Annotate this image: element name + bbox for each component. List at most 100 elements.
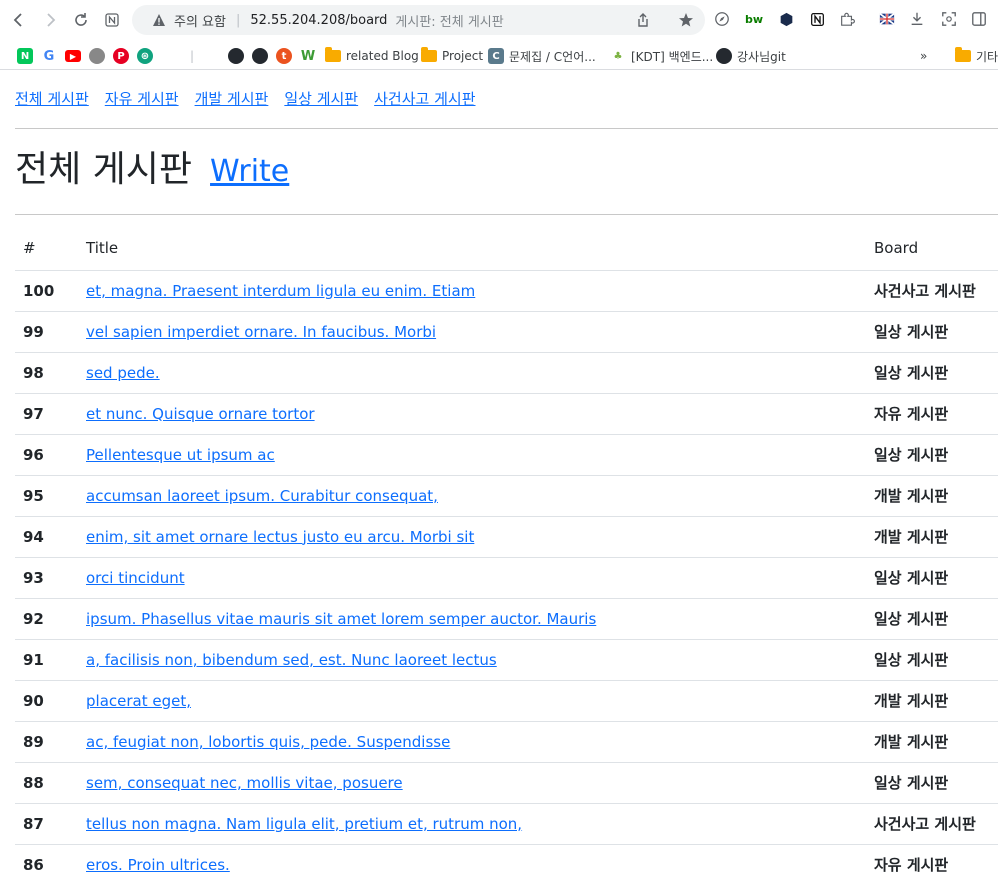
post-title-link[interactable]: ipsum. Phasellus vitae mauris sit amet l… xyxy=(86,610,596,628)
post-board: 자유 게시판 xyxy=(866,844,998,882)
post-title-link[interactable]: sem, consequat nec, mollis vitae, posuer… xyxy=(86,774,403,792)
bookmark-chatgpt[interactable]: ⊛ xyxy=(137,47,153,65)
post-title-link[interactable]: Pellentesque ut ipsum ac xyxy=(86,446,275,464)
post-board: 개발 게시판 xyxy=(866,721,998,763)
download-icon[interactable] xyxy=(908,10,926,28)
post-title-link[interactable]: vel sapien imperdiet ornare. In faucibus… xyxy=(86,323,436,341)
post-title-cell: placerat eget, xyxy=(78,680,866,722)
puzzle-extension-icon[interactable] xyxy=(838,10,856,28)
post-number: 99 xyxy=(15,311,78,353)
bookmark-naver[interactable]: N xyxy=(17,47,33,65)
security-warning[interactable]: 주의 요함 xyxy=(174,11,226,30)
post-title-cell: Pellentesque ut ipsum ac xyxy=(78,434,866,476)
nav-link-daily[interactable]: 일상 게시판 xyxy=(284,88,358,109)
reload-icon[interactable] xyxy=(68,7,94,33)
nav-link-incident[interactable]: 사건사고 게시판 xyxy=(374,88,475,109)
language-flag-icon[interactable] xyxy=(878,10,896,28)
bookmark-label: » xyxy=(920,49,928,63)
post-board: 개발 게시판 xyxy=(866,475,998,517)
post-number: 88 xyxy=(15,762,78,804)
post-title-link[interactable]: et nunc. Quisque ornare tortor xyxy=(86,405,315,423)
folder-icon xyxy=(421,47,437,62)
address-bar[interactable]: 주의 요함 | 52.55.204.208/board 게시판: 전체 게시판 xyxy=(132,5,705,35)
column-header-number: # xyxy=(15,227,78,271)
nav-link-all[interactable]: 전체 게시판 xyxy=(15,88,89,109)
post-board: 사건사고 게시판 xyxy=(866,270,998,312)
side-panel-icon[interactable] xyxy=(970,10,988,28)
kdt-icon: ♣ xyxy=(613,50,623,62)
write-link[interactable]: Write xyxy=(210,154,289,189)
post-title-link[interactable]: tellus non magna. Nam ligula elit, preti… xyxy=(86,815,522,833)
post-title-link[interactable]: orci tincidunt xyxy=(86,569,185,587)
bookmark-other[interactable]: 기타 xyxy=(955,47,998,65)
github-icon xyxy=(228,48,244,64)
table-row: 98 sed pede. 일상 게시판 xyxy=(15,352,998,394)
bookmark-tistory[interactable]: t xyxy=(276,47,292,65)
bookmarks-overflow-button[interactable]: » xyxy=(920,47,927,65)
post-title-cell: orci tincidunt xyxy=(78,557,866,599)
post-title-link[interactable]: sed pede. xyxy=(86,364,160,382)
bookmark-youtube[interactable]: ▶ xyxy=(65,47,81,65)
post-board: 자유 게시판 xyxy=(866,393,998,435)
nav-link-free[interactable]: 자유 게시판 xyxy=(105,88,179,109)
pinterest-icon: P xyxy=(113,48,129,64)
post-board: 일상 게시판 xyxy=(866,311,998,353)
bookmark-label: 강사님git xyxy=(737,49,786,64)
github-icon xyxy=(716,48,732,64)
divider xyxy=(15,214,998,215)
folder-icon xyxy=(955,47,971,62)
table-row: 100 et, magna. Praesent interdum ligula e… xyxy=(15,270,998,312)
post-title-cell: a, facilisis non, bibendum sed, est. Nun… xyxy=(78,639,866,681)
post-board: 일상 게시판 xyxy=(866,352,998,394)
nav-link-dev[interactable]: 개발 게시판 xyxy=(195,88,269,109)
bookmark-label: 문제집 / C언어... xyxy=(509,49,596,64)
bookmark-w[interactable]: W xyxy=(300,47,316,65)
post-board: 개발 게시판 xyxy=(866,516,998,558)
bookmark-kdt[interactable]: ♣ [KDT] 백엔드... xyxy=(610,47,714,65)
post-title-link[interactable]: placerat eget, xyxy=(86,692,191,710)
post-title-link[interactable]: a, facilisis non, bibendum sed, est. Nun… xyxy=(86,651,497,669)
notion-extension-icon[interactable] xyxy=(99,7,125,33)
column-header-title: Title xyxy=(78,227,866,271)
bookmark-c-language[interactable]: C 문제집 / C언어... xyxy=(488,47,596,65)
bookmarks-bar: N G ▶ P ⊛ | t W related Blog Project C 문제… xyxy=(0,42,998,70)
back-icon[interactable] xyxy=(6,7,32,33)
w-icon: W xyxy=(300,48,316,64)
bookmark-github-2[interactable] xyxy=(252,47,268,65)
post-title-link[interactable]: enim, sit amet ornare lectus justo eu ar… xyxy=(86,528,474,546)
table-row: 99 vel sapien imperdiet ornare. In faucib… xyxy=(15,311,998,353)
bookmark-label: 기타 xyxy=(976,49,998,64)
bookmark-github-1[interactable] xyxy=(228,47,244,65)
post-board: 일상 게시판 xyxy=(866,762,998,804)
post-number: 100 xyxy=(15,270,78,312)
bookmark-apple[interactable] xyxy=(89,47,105,65)
bookmark-instructor-git[interactable]: 강사님git xyxy=(716,47,786,65)
forward-icon[interactable] xyxy=(37,7,63,33)
post-title-cell: et, magna. Praesent interdum ligula eu e… xyxy=(78,270,866,312)
post-title-cell: enim, sit amet ornare lectus justo eu ar… xyxy=(78,516,866,558)
post-title-link[interactable]: et, magna. Praesent interdum ligula eu e… xyxy=(86,282,475,300)
hex-extension-icon[interactable] xyxy=(777,10,795,28)
url-text[interactable]: 52.55.204.208/board xyxy=(250,13,387,28)
browser-toolbar: 주의 요함 | 52.55.204.208/board 게시판: 전체 게시판 … xyxy=(0,0,998,40)
bookmark-project[interactable]: Project xyxy=(421,47,483,65)
post-title-link[interactable]: ac, feugiat non, lobortis quis, pede. Su… xyxy=(86,733,450,751)
screenshot-icon[interactable] xyxy=(940,10,958,28)
table-row: 90 placerat eget, 개발 게시판 xyxy=(15,680,998,722)
table-row: 91 a, facilisis non, bibendum sed, est. N… xyxy=(15,639,998,681)
bookmark-google[interactable]: G xyxy=(41,47,57,65)
post-title-cell: et nunc. Quisque ornare tortor xyxy=(78,393,866,435)
bookmark-pinterest[interactable]: P xyxy=(113,47,129,65)
share-icon[interactable] xyxy=(635,12,651,28)
post-title-link[interactable]: accumsan laoreet ipsum. Curabitur conseq… xyxy=(86,487,438,505)
omnibox-divider: | xyxy=(235,12,241,28)
compass-extension-icon[interactable] xyxy=(713,10,731,28)
post-title-cell: ipsum. Phasellus vitae mauris sit amet l… xyxy=(78,598,866,640)
bw-extension-icon[interactable]: bw xyxy=(745,10,763,28)
post-title-link[interactable]: eros. Proin ultrices. xyxy=(86,856,230,874)
bookmark-related-blog[interactable]: related Blog xyxy=(325,47,419,65)
notion-icon[interactable] xyxy=(808,10,826,28)
table-row: 95 accumsan laoreet ipsum. Curabitur cons… xyxy=(15,475,998,517)
bookmark-label: Project xyxy=(442,49,484,63)
bookmark-star-icon[interactable] xyxy=(677,11,695,29)
